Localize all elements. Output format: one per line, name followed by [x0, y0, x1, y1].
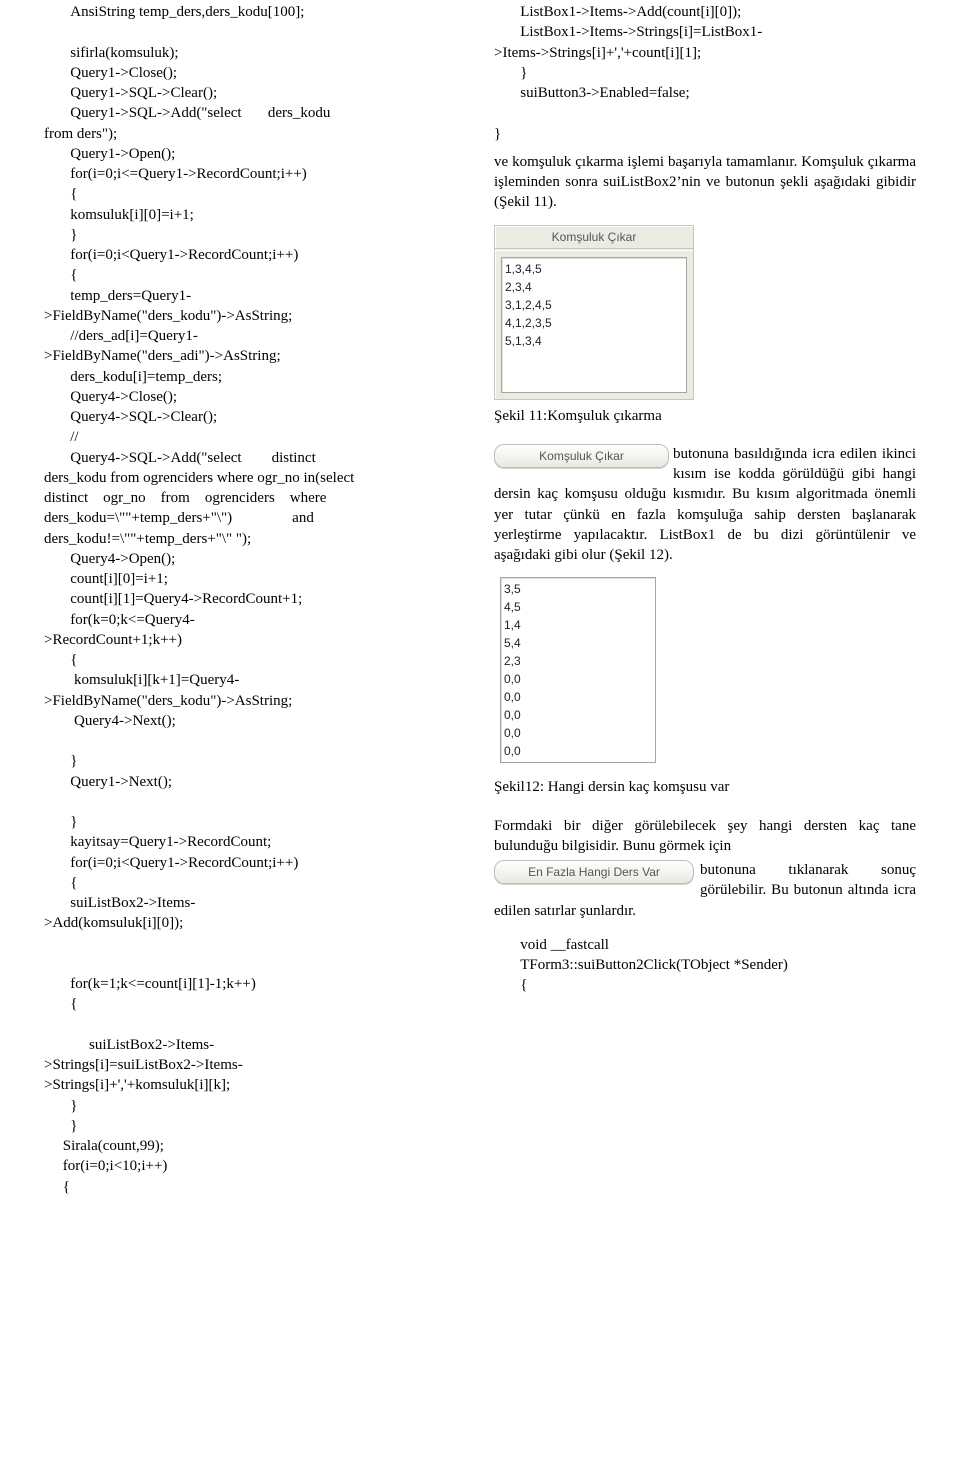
paragraph-1: ve komşuluk çıkarma işlemi başarıyla tam…	[494, 152, 916, 213]
panel-komsuluk-cikar: Komşuluk Çıkar 1,3,4,5 2,3,4 3,1,2,4,5 4…	[494, 225, 694, 400]
code-block-right-2: void __fastcall TForm3::suiButton2Click(…	[494, 935, 916, 996]
panel-title: Komşuluk Çıkar	[495, 226, 693, 251]
paragraph-2: Komşuluk Çıkar butonuna basıldığında icr…	[494, 444, 916, 566]
listbox-komsuluk[interactable]: 1,3,4,5 2,3,4 3,1,2,4,5 4,1,2,3,5 5,1,3,…	[501, 257, 687, 393]
en-fazla-hangi-ders-button[interactable]: En Fazla Hangi Ders Var	[494, 860, 694, 884]
code-block-left: AnsiString temp_ders,ders_kodu[100]; sif…	[44, 2, 466, 1197]
paragraph-3-pre: Formdaki bir diğer görülebilecek şey han…	[494, 816, 916, 857]
listbox-ders-count[interactable]: 3,5 4,5 1,4 5,4 2,3 0,0 0,0 0,0 0,0 0,0	[500, 577, 656, 763]
code-block-right-1: ListBox1->Items->Add(count[i][0]); ListB…	[494, 2, 916, 144]
figure-caption-12: Şekil12: Hangi dersin kaç komşusu var	[494, 777, 916, 797]
komsuluk-cikar-button[interactable]: Komşuluk Çıkar	[494, 444, 669, 468]
paragraph-3-post-wrap: En Fazla Hangi Ders Var butonuna tıklana…	[494, 860, 916, 921]
figure-caption-11: Şekil 11:Komşuluk çıkarma	[494, 406, 916, 426]
